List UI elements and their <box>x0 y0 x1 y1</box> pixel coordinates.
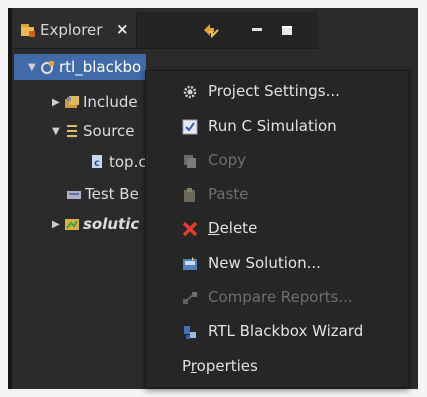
link-with-editor-icon[interactable] <box>202 22 220 38</box>
menu-item-rtl-blackbox-wizard[interactable]: RTL Blackbox Wizard <box>146 315 408 347</box>
menu-item-new-solution[interactable]: New Solution... <box>146 247 408 279</box>
project-icon <box>41 61 54 74</box>
tree-item-project[interactable]: ▼ rtl_blackbo <box>28 55 141 79</box>
menu-item-label: Properties <box>182 357 258 375</box>
context-menu: Project Settings... Run C Simulation Cop… <box>145 70 409 388</box>
settings-gear-icon <box>183 85 197 99</box>
copy-icon <box>184 155 196 168</box>
wizard-icon <box>184 326 196 339</box>
checkbox-icon <box>182 119 198 135</box>
menu-item-label: New Solution... <box>208 254 321 272</box>
new-solution-icon <box>183 257 197 270</box>
expanded-arrow-icon[interactable]: ▼ <box>52 126 64 137</box>
menu-item-compare-reports[interactable]: Compare Reports... <box>146 281 408 313</box>
maximize-icon[interactable] <box>278 22 296 38</box>
menu-item-delete[interactable]: Delete <box>146 212 408 244</box>
tree-item-label: Test Be <box>85 185 139 203</box>
source-folder-icon <box>67 125 77 137</box>
menu-item-label: Paste <box>208 185 249 203</box>
delete-x-icon <box>182 221 198 237</box>
expanded-arrow-icon[interactable]: ▼ <box>28 62 40 73</box>
tree-item-label: Include <box>83 93 138 111</box>
testbench-folder-icon <box>67 191 81 199</box>
paste-icon <box>184 188 195 202</box>
tree-item-source[interactable]: ▼ Source <box>52 119 135 143</box>
menu-item-label-rest: elete <box>219 219 258 237</box>
mnemonic-letter: D <box>208 219 220 237</box>
tree-item-top-c[interactable]: c top.c <box>90 150 147 174</box>
minimize-icon[interactable] <box>248 22 266 38</box>
tree-item-label: rtl_blackbo <box>59 58 142 76</box>
tab-explorer[interactable]: Explorer × <box>12 12 137 48</box>
menu-item-label: Project Settings... <box>208 82 340 100</box>
menu-item-label: Delete <box>208 219 257 237</box>
menu-item-project-settings[interactable]: Project Settings... <box>146 75 408 107</box>
menu-item-properties[interactable]: Properties <box>146 350 408 382</box>
panel-border <box>8 8 12 389</box>
menu-item-label-start: P <box>182 357 191 375</box>
collapsed-arrow-icon[interactable]: ▶ <box>52 97 64 108</box>
menu-item-run-c-simulation[interactable]: Run C Simulation <box>146 110 408 142</box>
tree-item-label: Source <box>83 122 135 140</box>
explorer-folder-icon <box>21 24 35 37</box>
tree-item-test-bench[interactable]: Test Be <box>66 182 139 206</box>
tree-item-solution[interactable]: ▶ solutic <box>52 212 139 236</box>
menu-item-copy[interactable]: Copy <box>146 144 408 176</box>
menu-item-label: RTL Blackbox Wizard <box>208 322 364 340</box>
tab-explorer-label: Explorer <box>40 21 103 39</box>
menu-item-label: Compare Reports... <box>208 288 353 306</box>
c-file-icon: c <box>92 155 102 169</box>
menu-item-label: Run C Simulation <box>208 117 337 135</box>
tree-item-label: top.c <box>109 153 147 171</box>
menu-item-label: Copy <box>208 151 247 169</box>
includes-folder-icon <box>65 96 79 108</box>
compare-icon <box>183 292 197 304</box>
svg-text:c: c <box>94 158 100 169</box>
close-icon[interactable]: × <box>116 20 129 38</box>
menu-item-label-rest: operties <box>196 357 258 375</box>
view-header: Explorer × <box>12 12 318 49</box>
collapsed-arrow-icon[interactable]: ▶ <box>52 219 64 230</box>
menu-item-paste[interactable]: Paste <box>146 178 408 210</box>
tree-item-label: solutic <box>83 215 140 233</box>
solution-folder-icon <box>65 219 79 230</box>
tree-item-includes[interactable]: ▶ Include <box>52 90 138 114</box>
